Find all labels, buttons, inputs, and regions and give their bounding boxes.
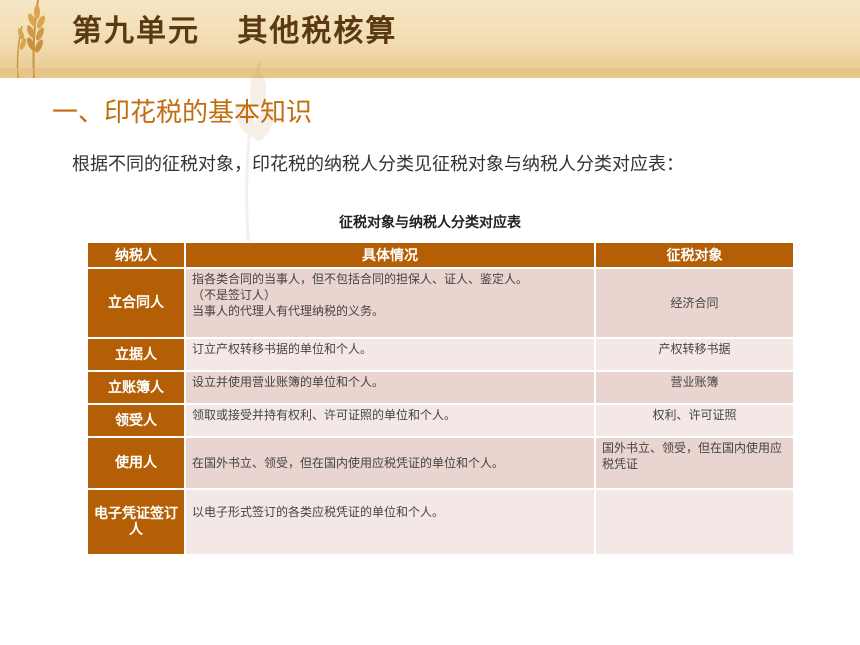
detail-line: 在国外书立、领受，但在国内使用应税凭证的单位和个人。 xyxy=(192,456,505,470)
taxpayer-cell: 立合同人 xyxy=(86,267,186,339)
header-taxpayer: 纳税人 xyxy=(86,241,186,269)
taxpayer-table: 纳税人 具体情况 征税对象 立合同人 指各类合同的当事人，但不包括合同的担保人、… xyxy=(86,241,795,556)
detail-line: 订立产权转移书据的单位和个人。 xyxy=(192,342,373,356)
section-title: 一、印花税的基本知识 xyxy=(52,98,313,128)
table-row: 电子凭证签订人 以电子形式签订的各类应税凭证的单位和个人。 xyxy=(86,488,795,556)
object-cell: 国外书立、领受，但在国内使用应税凭证 xyxy=(594,436,795,490)
detail-cell: 指各类合同的当事人，但不包括合同的担保人、证人、鉴定人。 （不是签订人） 当事人… xyxy=(184,267,596,339)
taxpayer-cell: 电子凭证签订人 xyxy=(86,488,186,556)
slide-title: 第九单元 其他税核算 xyxy=(72,14,398,49)
table-caption: 征税对象与纳税人分类对应表 xyxy=(339,215,521,231)
detail-cell: 在国外书立、领受，但在国内使用应税凭证的单位和个人。 xyxy=(184,436,596,490)
detail-line: （不是签订人） xyxy=(192,288,277,302)
detail-cell: 以电子形式签订的各类应税凭证的单位和个人。 xyxy=(184,488,596,556)
taxpayer-cell: 使用人 xyxy=(86,436,186,490)
wheat-decoration-icon xyxy=(16,0,46,78)
header-detail: 具体情况 xyxy=(184,241,596,269)
table-row: 立据人 订立产权转移书据的单位和个人。 产权转移书据 xyxy=(86,337,795,372)
object-cell: 营业账簿 xyxy=(594,370,795,405)
taxpayer-cell: 立据人 xyxy=(86,337,186,372)
table-row: 使用人 在国外书立、领受，但在国内使用应税凭证的单位和个人。 国外书立、领受，但… xyxy=(86,436,795,490)
detail-line: 当事人的代理人有代理纳税的义务。 xyxy=(192,304,385,318)
detail-cell: 领取或接受并持有权利、许可证照的单位和个人。 xyxy=(184,403,596,438)
detail-line: 设立并使用营业账簿的单位和个人。 xyxy=(192,375,385,389)
header-object: 征税对象 xyxy=(594,241,795,269)
table-header-row: 纳税人 具体情况 征税对象 xyxy=(86,241,795,269)
object-cell: 经济合同 xyxy=(594,267,795,339)
object-cell: 权利、许可证照 xyxy=(594,403,795,438)
intro-paragraph: 根据不同的征税对象，印花税的纳税人分类见征税对象与纳税人分类对应表： xyxy=(72,154,684,175)
detail-line: 以电子形式签订的各类应税凭证的单位和个人。 xyxy=(192,505,445,519)
object-cell: 产权转移书据 xyxy=(594,337,795,372)
table-row: 领受人 领取或接受并持有权利、许可证照的单位和个人。 权利、许可证照 xyxy=(86,403,795,438)
table-row: 立合同人 指各类合同的当事人，但不包括合同的担保人、证人、鉴定人。 （不是签订人… xyxy=(86,267,795,339)
object-cell xyxy=(594,488,795,556)
detail-cell: 订立产权转移书据的单位和个人。 xyxy=(184,337,596,372)
table-row: 立账簿人 设立并使用营业账簿的单位和个人。 营业账簿 xyxy=(86,370,795,405)
detail-line: 领取或接受并持有权利、许可证照的单位和个人。 xyxy=(192,408,457,422)
taxpayer-cell: 立账簿人 xyxy=(86,370,186,405)
detail-cell: 设立并使用营业账簿的单位和个人。 xyxy=(184,370,596,405)
taxpayer-cell: 领受人 xyxy=(86,403,186,438)
detail-line: 指各类合同的当事人，但不包括合同的担保人、证人、鉴定人。 xyxy=(192,272,529,286)
